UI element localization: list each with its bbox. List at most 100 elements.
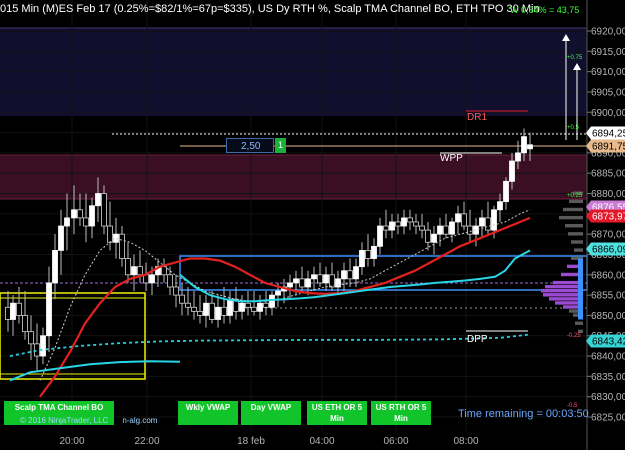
us-eth-or-button[interactable]: US ETH OR 5 Min [307, 401, 367, 425]
candle-body [191, 306, 197, 312]
candle-body [58, 225, 64, 251]
y-axis-tick-label: 6915,00 [591, 47, 625, 58]
wkly-vwap-button[interactable]: Wkly VWAP [178, 401, 238, 425]
candle-body [449, 221, 455, 235]
order-qty-step-button[interactable]: 1 [275, 138, 286, 153]
x-axis-tick-label: 22:00 [134, 436, 159, 447]
candle-body [137, 266, 143, 276]
candle-body [413, 221, 419, 227]
x-axis-tick-label: 08:00 [453, 436, 478, 447]
candle-body [269, 294, 275, 308]
price-chart[interactable]: +0.75 +0.5 +0.25 -0.25 -0.5 6920,006915,… [0, 0, 625, 450]
pct-label-p025: +0.25 [567, 193, 583, 199]
candle-body [179, 294, 185, 304]
candle-body [22, 315, 28, 333]
candle-body [467, 225, 473, 235]
volume-profile-bar [541, 289, 583, 293]
candle-body [251, 306, 257, 312]
chart-title: 015 Min (M)ES Feb 17 (0.25%=$82/1%=67p=$… [0, 3, 540, 15]
us-rth-or-button[interactable]: US RTH OR 5 Min [371, 401, 431, 425]
day-vwap-button[interactable]: Day VWAP [241, 401, 301, 425]
candle-body [341, 270, 347, 280]
x-axis-tick-label: 20:00 [59, 436, 84, 447]
candle-body [215, 306, 221, 320]
x-axis-tick-label: 18 feb [237, 436, 265, 447]
candle-body [521, 136, 527, 154]
candle-body [485, 217, 491, 231]
candle-body [257, 302, 263, 312]
candle-body [5, 306, 11, 320]
candle-body [347, 270, 353, 280]
candle-body [71, 209, 77, 219]
y-axis-tick-label: 6880,00 [591, 189, 625, 200]
candle-body [197, 310, 203, 316]
volume-profile-bar [569, 199, 583, 204]
wpp-label: WPP [440, 153, 463, 164]
candle-body [209, 302, 215, 320]
candle-body [275, 290, 281, 296]
candle-body [461, 213, 467, 227]
x-axis-tick-label: 04:00 [309, 436, 334, 447]
dr-zone [0, 155, 587, 199]
weekly-pct-badge: W 0,64% = 43,75 [510, 5, 580, 15]
order-qty-spinbox[interactable]: 2,50 [226, 138, 274, 153]
y-axis-tick-label: 6900,00 [591, 108, 625, 119]
candle-body [335, 278, 341, 288]
y-axis-tick-label: 6860,00 [591, 270, 625, 281]
candle-body [125, 258, 131, 276]
volume-profile-bar [574, 248, 583, 252]
candle-body [515, 152, 521, 162]
y-axis-tick-label: 6835,00 [591, 372, 625, 383]
candle-body [353, 266, 359, 280]
candle-body [263, 302, 269, 308]
candle-body [131, 266, 137, 276]
candle-body [359, 250, 365, 268]
candle-body [173, 286, 179, 296]
candle-body [245, 302, 251, 308]
candle-body [64, 217, 70, 227]
x-axis-tick-label: 06:00 [383, 436, 408, 447]
candle-body [113, 233, 119, 243]
price-tag-label: 6894,25 [592, 129, 625, 140]
candle-body [383, 225, 389, 231]
y-axis-tick-label: 6920,00 [591, 27, 625, 38]
volume-profile-bar [563, 207, 583, 212]
time-remaining: Time remaining = 00:03:50 [458, 408, 589, 420]
candle-body [40, 335, 46, 357]
candle-body [443, 225, 449, 235]
volume-profile-bar [571, 240, 583, 244]
pct-label-p050: +0.5 [567, 125, 580, 131]
y-axis-tick-label: 6850,00 [591, 311, 625, 322]
pct-label-m025: -0.25 [567, 333, 581, 339]
candle-body [497, 201, 503, 211]
candle-body [119, 233, 125, 259]
volume-profile-bar [543, 293, 583, 297]
volume-profile-bar [549, 297, 583, 301]
candle-body [431, 233, 437, 243]
candle-body [371, 245, 377, 259]
candle-body [221, 306, 227, 316]
candle-body [10, 302, 16, 320]
candle-body [437, 225, 443, 235]
candle-body [34, 343, 40, 357]
candle-body [479, 217, 485, 227]
candle-body [527, 144, 533, 150]
candle-body [503, 180, 509, 203]
volume-profile-va-marker [578, 258, 583, 320]
candle-body [455, 213, 461, 223]
candle-body [46, 282, 52, 337]
candle-body [95, 193, 101, 207]
candle-body [419, 225, 425, 231]
candle-body [52, 250, 58, 284]
y-axis-tick-label: 6905,00 [591, 87, 625, 98]
dpp-label: DPP [467, 334, 488, 345]
candle-body [329, 274, 335, 288]
candle-body [377, 225, 383, 247]
candle-body [401, 217, 407, 227]
price-tag-label: 6866,09 [592, 245, 625, 256]
candle-body [395, 221, 401, 227]
candle-body [167, 274, 173, 288]
candle-body [491, 209, 497, 231]
y-axis-tick-label: 6830,00 [591, 392, 625, 403]
candle-body [389, 221, 395, 231]
